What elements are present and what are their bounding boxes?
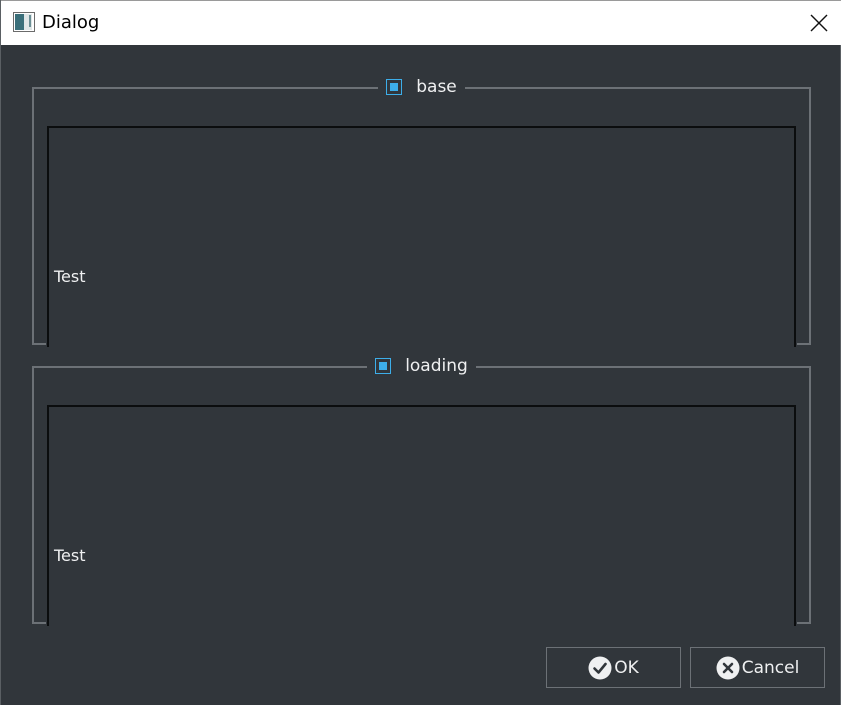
group-header: base bbox=[34, 75, 809, 99]
group-header-inner: base bbox=[378, 75, 465, 99]
group-border-corner bbox=[32, 343, 46, 345]
close-icon bbox=[810, 14, 828, 32]
x-circle-icon bbox=[716, 656, 740, 679]
group-box-base: base Test bbox=[32, 75, 811, 347]
group-border-corner bbox=[32, 622, 46, 624]
base-group-label: base bbox=[416, 77, 457, 97]
loading-content-text: Test bbox=[54, 546, 86, 565]
checkbox-check-mark bbox=[390, 83, 399, 91]
group-header: loading bbox=[34, 354, 809, 378]
loading-checkbox[interactable] bbox=[375, 358, 392, 374]
cancel-button-label: Cancel bbox=[741, 657, 800, 678]
group-box-loading: loading Test bbox=[32, 354, 811, 626]
group-header-inner: loading bbox=[367, 354, 476, 378]
base-content-text: Test bbox=[54, 267, 86, 286]
loading-group-label: loading bbox=[405, 356, 468, 376]
base-checkbox[interactable] bbox=[386, 79, 403, 95]
check-circle-icon bbox=[588, 656, 612, 679]
window-title: Dialog bbox=[42, 12, 100, 33]
app-window-icon bbox=[13, 12, 35, 32]
loading-content-frame: Test bbox=[47, 405, 796, 626]
group-border-corner bbox=[797, 343, 811, 345]
checkbox-check-mark bbox=[379, 362, 388, 370]
close-button[interactable] bbox=[796, 1, 841, 45]
title-bar[interactable]: Dialog bbox=[1, 0, 841, 45]
ok-button[interactable]: OK bbox=[546, 647, 681, 688]
dialog-window: Dialog base Test loading Test OK Cancel bbox=[0, 0, 841, 705]
ok-button-label: OK bbox=[614, 657, 639, 678]
cancel-button[interactable]: Cancel bbox=[690, 647, 825, 688]
group-border-corner bbox=[797, 622, 811, 624]
base-content-frame: Test bbox=[47, 126, 796, 347]
